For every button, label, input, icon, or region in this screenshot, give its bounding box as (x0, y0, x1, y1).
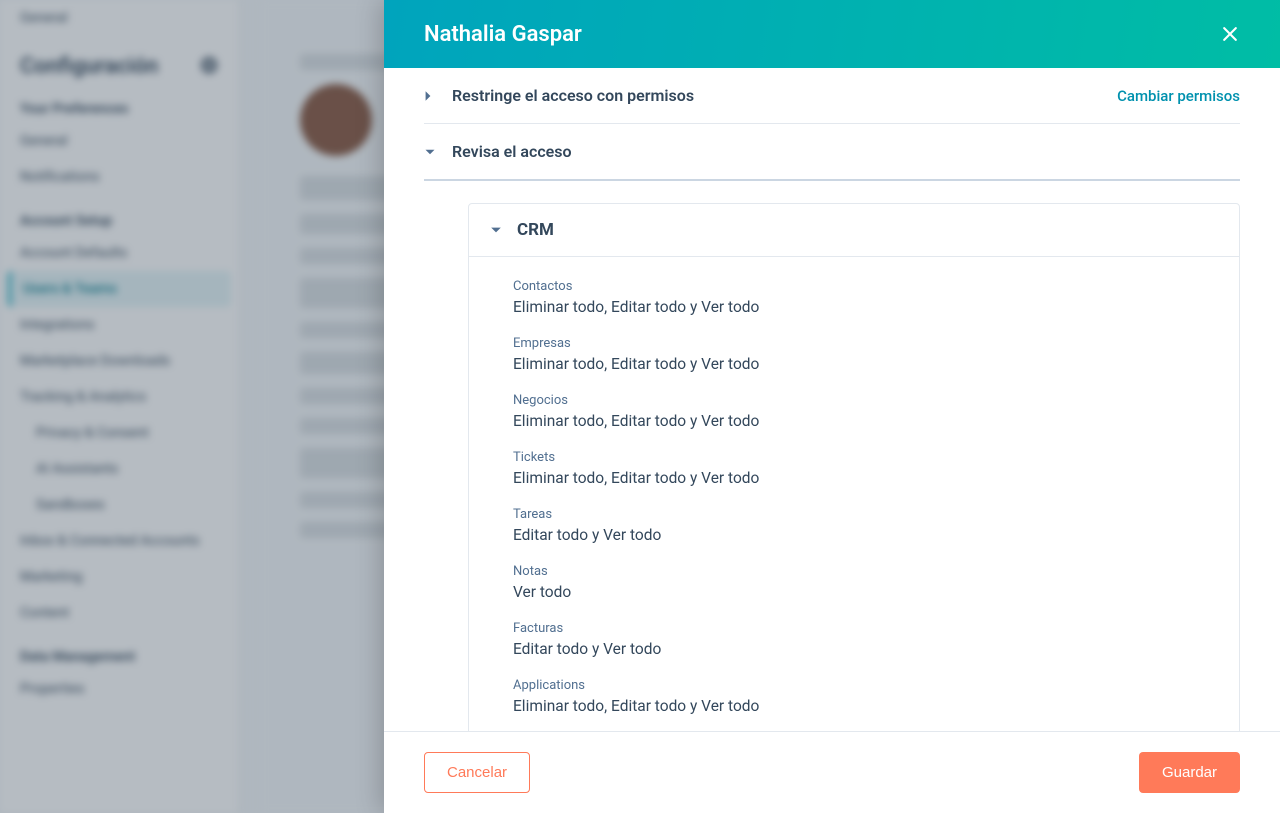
close-icon (1220, 24, 1240, 44)
permission-label: Tareas (513, 507, 1219, 522)
permission-label: Empresas (513, 336, 1219, 351)
permission-value: Editar todo y Ver todo (513, 640, 1219, 658)
user-permissions-panel: Nathalia Gaspar Restringe el acceso con … (384, 0, 1280, 813)
permission-label: Applications (513, 678, 1219, 693)
permission-value: Eliminar todo, Editar todo y Ver todo (513, 298, 1219, 316)
section-review-access[interactable]: Revisa el acceso (424, 124, 1240, 181)
permission-label: Tickets (513, 450, 1219, 465)
permission-value: Ver todo (513, 583, 1219, 601)
save-button[interactable]: Guardar (1139, 752, 1240, 793)
permission-item: Tareas Editar todo y Ver todo (513, 497, 1219, 554)
crm-title: CRM (517, 220, 554, 240)
panel-title: Nathalia Gaspar (424, 22, 582, 47)
permission-value: Eliminar todo, Editar todo y Ver todo (513, 412, 1219, 430)
permission-item: Applications Eliminar todo, Editar todo … (513, 668, 1219, 725)
crm-permissions-card: CRM Contactos Eliminar todo, Editar todo… (468, 203, 1240, 731)
permission-item: Empresas Eliminar todo, Editar todo y Ve… (513, 326, 1219, 383)
permission-item: Contactos Eliminar todo, Editar todo y V… (513, 269, 1219, 326)
permission-item: Facturas Editar todo y Ver todo (513, 611, 1219, 668)
panel-body: Restringe el acceso con permisos Cambiar… (384, 68, 1280, 731)
cancel-button[interactable]: Cancelar (424, 752, 530, 793)
permission-label: Contactos (513, 279, 1219, 294)
chevron-right-icon (424, 89, 436, 103)
section-label: Revisa el acceso (452, 142, 1240, 161)
crm-card-header[interactable]: CRM (469, 204, 1239, 257)
permission-item: Notas Ver todo (513, 554, 1219, 611)
permission-label: Negocios (513, 393, 1219, 408)
panel-header: Nathalia Gaspar (384, 0, 1280, 68)
permission-value: Eliminar todo, Editar todo y Ver todo (513, 697, 1219, 715)
permission-label: Notas (513, 564, 1219, 579)
close-button[interactable] (1216, 20, 1244, 48)
permission-value: Eliminar todo, Editar todo y Ver todo (513, 469, 1219, 487)
section-restrict-access[interactable]: Restringe el acceso con permisos Cambiar… (424, 68, 1240, 124)
permission-value: Editar todo y Ver todo (513, 526, 1219, 544)
permission-label: Facturas (513, 621, 1219, 636)
permission-item: Negocios Eliminar todo, Editar todo y Ve… (513, 383, 1219, 440)
chevron-down-icon (424, 148, 436, 156)
permission-item: Tickets Eliminar todo, Editar todo y Ver… (513, 440, 1219, 497)
section-label: Restringe el acceso con permisos (452, 86, 1117, 105)
permission-value: Eliminar todo, Editar todo y Ver todo (513, 355, 1219, 373)
panel-footer: Cancelar Guardar (384, 731, 1280, 813)
permission-list: Contactos Eliminar todo, Editar todo y V… (469, 257, 1239, 731)
chevron-down-icon (489, 226, 503, 234)
change-permissions-link[interactable]: Cambiar permisos (1117, 87, 1240, 105)
